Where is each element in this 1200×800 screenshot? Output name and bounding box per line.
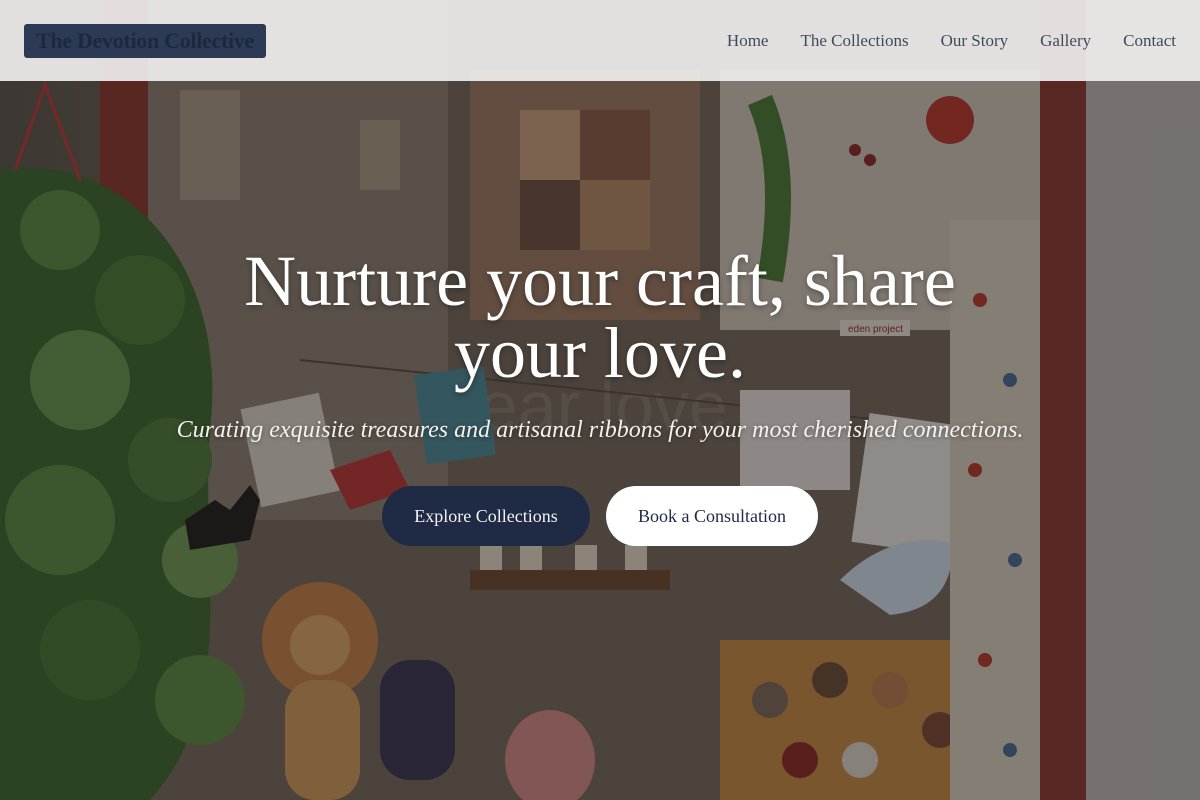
hero-subheadline: Curating exquisite treasures and artisan…: [176, 417, 1024, 443]
hero-content: Nurture your craft, share your love. Cur…: [0, 245, 1200, 546]
nav-item-gallery[interactable]: Gallery: [1040, 31, 1091, 51]
nav-item-home[interactable]: Home: [727, 31, 769, 51]
brand-logo[interactable]: The Devotion Collective: [24, 23, 266, 58]
book-consultation-button[interactable]: Book a Consultation: [606, 486, 818, 546]
nav-item-contact[interactable]: Contact: [1123, 31, 1176, 51]
main-nav: Home The Collections Our Story Gallery C…: [727, 31, 1176, 51]
explore-collections-button[interactable]: Explore Collections: [382, 486, 590, 546]
nav-item-collections[interactable]: The Collections: [800, 31, 908, 51]
brand-name: The Devotion Collective: [36, 27, 254, 53]
hero-headline: Nurture your craft, share your love.: [244, 241, 956, 393]
hero-actions: Explore Collections Book a Consultation: [0, 486, 1200, 546]
nav-item-our-story[interactable]: Our Story: [941, 31, 1009, 51]
site-header: The Devotion Collective Home The Collect…: [0, 0, 1200, 81]
